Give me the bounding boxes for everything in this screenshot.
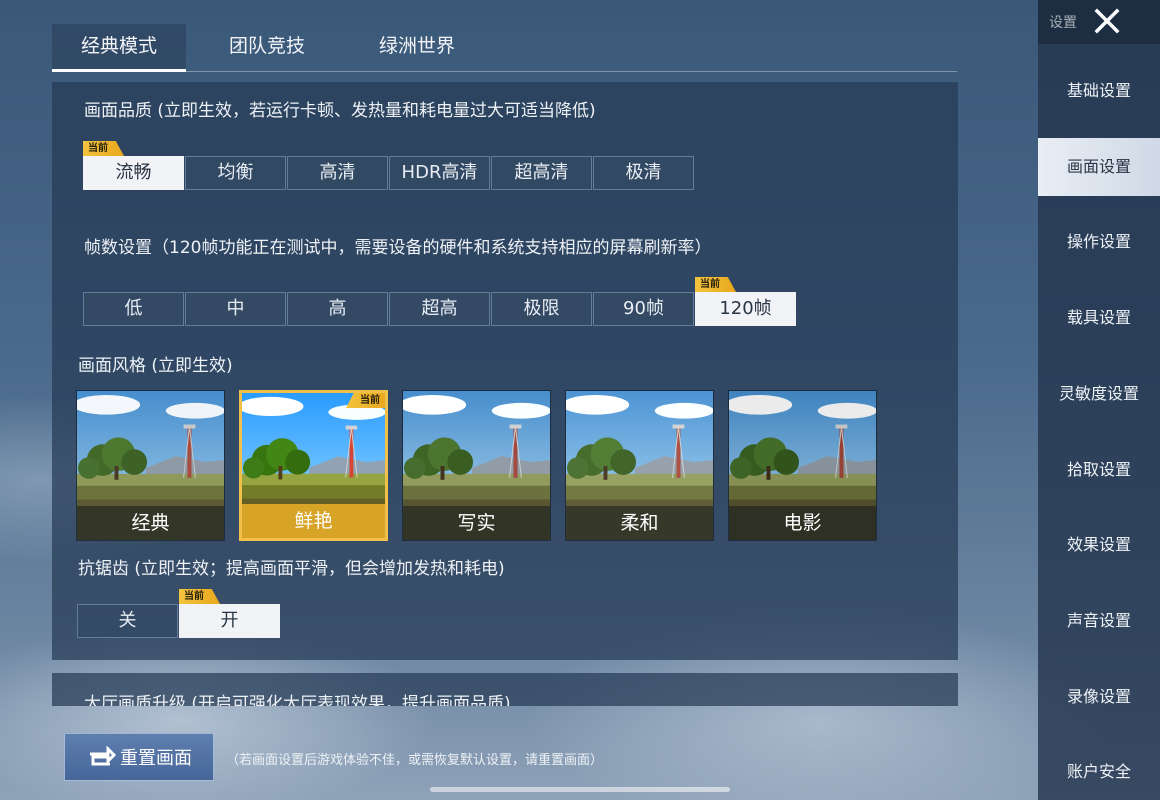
current-badge: 当前 bbox=[83, 141, 124, 156]
option-label: 中 bbox=[226, 298, 245, 319]
home-indicator bbox=[430, 787, 730, 792]
quality-selector: 流畅 当前 均衡 高清 HDR高清 超高清 极清 bbox=[83, 141, 695, 190]
settings-sidebar: 设置 基础设置画面设置操作设置载具设置灵敏度设置拾取设置效果设置声音设置录像设置… bbox=[1038, 0, 1160, 800]
option-label: 高清 bbox=[319, 162, 356, 183]
fps-option[interactable]: 极限 bbox=[491, 292, 592, 326]
fps-option[interactable]: 中 bbox=[185, 292, 286, 326]
option-label: 流畅 bbox=[115, 162, 152, 183]
style-option[interactable]: 柔和 bbox=[565, 390, 714, 541]
option-label: 开 bbox=[220, 610, 239, 631]
current-badge: 当前 bbox=[695, 277, 736, 292]
quality-option[interactable]: 均衡 bbox=[185, 156, 286, 190]
option-label: 极清 bbox=[625, 162, 662, 183]
reset-button-label: 重置画面 bbox=[120, 748, 192, 769]
option-label: 均衡 bbox=[217, 162, 254, 183]
style-option[interactable]: 鲜艳 当前 bbox=[239, 390, 388, 541]
reset-icon bbox=[90, 746, 116, 766]
lobby-quality-title: 大厅画质升级 (开启可强化大厅表现效果，提升画面品质) bbox=[84, 694, 511, 706]
style-selector: 经典 鲜艳 当前 写实 柔和 电影 bbox=[76, 390, 891, 541]
antialias-title: 抗锯齿 (立即生效；提高画面平滑，但会增加发热和耗电) bbox=[78, 559, 505, 579]
style-option[interactable]: 经典 bbox=[76, 390, 225, 541]
style-option-label: 鲜艳 bbox=[242, 504, 385, 538]
mode-tabs: 经典模式 团队竞技 绿洲世界 bbox=[52, 24, 957, 72]
quality-option[interactable]: 流畅 当前 bbox=[83, 141, 184, 190]
option-label: 90帧 bbox=[623, 298, 664, 319]
sidebar-item[interactable]: 画面设置 bbox=[1038, 137, 1160, 196]
option-label: HDR高清 bbox=[401, 162, 478, 183]
sidebar-item[interactable]: 基础设置 bbox=[1038, 62, 1160, 120]
antialias-selector: 关 开当前 bbox=[77, 589, 281, 638]
fps-option[interactable]: 超高 bbox=[389, 292, 490, 326]
reset-hint: （若画面设置后游戏体验不佳，或需恢复默认设置，请重置画面） bbox=[226, 753, 604, 768]
sidebar-item[interactable]: 操作设置 bbox=[1038, 213, 1160, 271]
fps-option[interactable]: 低 bbox=[83, 292, 184, 326]
style-option[interactable]: 电影 bbox=[728, 390, 877, 541]
lobby-quality-panel: 大厅画质升级 (开启可强化大厅表现效果，提升画面品质) bbox=[52, 673, 958, 706]
style-title: 画面风格 (立即生效) bbox=[78, 356, 233, 376]
antialias-option[interactable]: 开当前 bbox=[179, 589, 280, 638]
quality-option[interactable]: 极清 bbox=[593, 156, 694, 190]
sidebar-header: 设置 bbox=[1038, 0, 1160, 44]
reset-graphics-button[interactable]: 重置画面 bbox=[64, 733, 214, 781]
fps-option[interactable]: 90帧 bbox=[593, 292, 694, 326]
fps-title: 帧数设置（120帧功能正在测试中，需要设备的硬件和系统支持相应的屏幕刷新率） bbox=[84, 238, 712, 258]
sidebar-item[interactable]: 账户安全 bbox=[1038, 743, 1160, 800]
option-label: 120帧 bbox=[719, 298, 772, 319]
style-option-label: 柔和 bbox=[566, 506, 713, 540]
style-option-label: 经典 bbox=[77, 506, 224, 540]
fps-option[interactable]: 高 bbox=[287, 292, 388, 326]
option-label: 超高 bbox=[421, 298, 458, 319]
option-label: 超高清 bbox=[514, 162, 569, 183]
option-label: 极限 bbox=[523, 298, 560, 319]
sidebar-item[interactable]: 录像设置 bbox=[1038, 668, 1160, 726]
tab-team-deathmatch[interactable]: 团队竞技 bbox=[202, 24, 332, 72]
option-label: 关 bbox=[118, 610, 137, 631]
sidebar-item[interactable]: 载具设置 bbox=[1038, 289, 1160, 347]
quality-title: 画面品质 (立即生效，若运行卡顿、发热量和耗电量过大可适当降低) bbox=[84, 101, 596, 121]
option-label: 高 bbox=[328, 298, 347, 319]
style-option-label: 电影 bbox=[729, 506, 876, 540]
antialias-option[interactable]: 关 bbox=[77, 604, 178, 638]
sidebar-item[interactable]: 声音设置 bbox=[1038, 592, 1160, 650]
close-icon[interactable] bbox=[1092, 6, 1122, 36]
sidebar-title: 设置 bbox=[1049, 15, 1077, 31]
tab-oasis-world[interactable]: 绿洲世界 bbox=[352, 24, 482, 72]
option-label: 低 bbox=[124, 298, 143, 319]
quality-option[interactable]: 超高清 bbox=[491, 156, 592, 190]
sidebar-item[interactable]: 灵敏度设置 bbox=[1038, 365, 1160, 423]
graphics-settings-panel: 画面品质 (立即生效，若运行卡顿、发热量和耗电量过大可适当降低) 流畅 当前 均衡高… bbox=[52, 82, 958, 660]
sidebar-item[interactable]: 拾取设置 bbox=[1038, 441, 1160, 499]
quality-option[interactable]: HDR高清 bbox=[389, 156, 490, 190]
style-option[interactable]: 写实 bbox=[402, 390, 551, 541]
tab-classic[interactable]: 经典模式 bbox=[52, 24, 186, 72]
quality-option[interactable]: 高清 bbox=[287, 156, 388, 190]
sidebar-item[interactable]: 效果设置 bbox=[1038, 516, 1160, 574]
fps-selector: 低 中 高 超高 极限 90帧 120帧 当前 bbox=[83, 277, 797, 326]
current-badge: 当前 bbox=[179, 589, 220, 604]
fps-option[interactable]: 120帧 当前 bbox=[695, 277, 796, 326]
style-option-label: 写实 bbox=[403, 506, 550, 540]
